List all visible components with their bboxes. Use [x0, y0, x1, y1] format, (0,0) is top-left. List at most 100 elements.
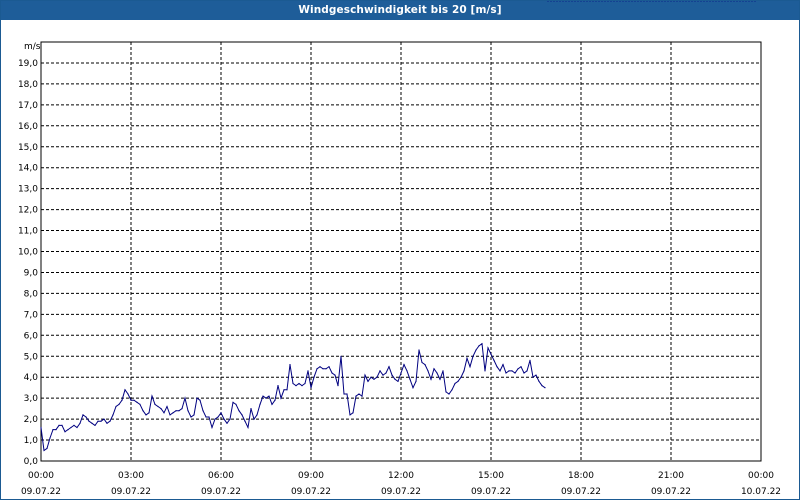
data-point — [463, 370, 465, 372]
data-point — [247, 426, 249, 429]
data-point — [67, 429, 69, 431]
data-point — [595, 1, 597, 2]
data-point — [301, 385, 303, 387]
data-point — [328, 366, 330, 368]
data-point — [598, 1, 600, 2]
data-point — [199, 399, 201, 401]
data-point — [565, 1, 567, 2]
data-point — [346, 393, 348, 395]
data-point — [232, 401, 234, 403]
data-point — [691, 1, 693, 2]
data-point — [79, 422, 81, 424]
chart-window: Windgeschwindigkeit bis 20 [m/s] 0,0 1,0 2… — [0, 0, 800, 500]
data-point — [295, 385, 297, 387]
x-tick-time-label: 18:00 — [568, 471, 594, 481]
data-point — [145, 414, 147, 416]
data-point — [88, 420, 90, 422]
data-point — [304, 382, 306, 385]
data-point — [46, 447, 48, 449]
data-point — [274, 399, 276, 401]
data-point — [682, 1, 684, 2]
data-point — [673, 1, 675, 2]
data-point — [730, 1, 732, 2]
data-point — [574, 1, 576, 2]
data-point — [82, 414, 84, 416]
data-point — [622, 1, 624, 2]
data-point — [100, 420, 102, 422]
data-point — [487, 347, 489, 349]
data-point — [667, 1, 669, 2]
data-point — [628, 1, 630, 2]
data-point — [376, 376, 378, 378]
data-point — [526, 370, 528, 372]
data-point — [406, 370, 408, 372]
data-point — [220, 412, 222, 414]
data-point — [451, 389, 453, 391]
data-point — [517, 368, 519, 370]
data-point — [85, 416, 87, 418]
data-point — [625, 1, 627, 2]
data-point — [310, 387, 312, 389]
data-point — [94, 424, 96, 426]
data-point — [181, 408, 183, 410]
data-point — [493, 359, 495, 361]
data-point — [412, 387, 414, 389]
data-point — [238, 410, 240, 412]
data-point — [394, 378, 396, 380]
data-point — [748, 1, 750, 2]
x-tick-time-label: 00:00 — [748, 471, 774, 481]
data-point — [550, 1, 552, 2]
data-point — [739, 1, 741, 2]
data-point — [73, 424, 75, 426]
data-point — [649, 1, 651, 2]
x-tick-date-label: 09.07.22 — [651, 487, 691, 497]
data-point — [469, 366, 471, 368]
data-point — [331, 372, 333, 374]
data-point — [385, 372, 387, 374]
x-tick-time-label: 00:00 — [28, 471, 54, 481]
data-point — [58, 424, 60, 426]
data-point — [538, 380, 540, 382]
data-point — [607, 1, 609, 2]
wind-speed-points — [40, 1, 756, 452]
data-point — [124, 389, 126, 391]
data-point — [454, 382, 456, 385]
data-point — [217, 416, 219, 418]
data-point — [529, 359, 531, 361]
data-point — [349, 414, 351, 416]
data-point — [298, 382, 300, 385]
data-point — [196, 397, 198, 399]
y-tick-label: 13,0 — [18, 185, 38, 195]
data-point — [496, 366, 498, 368]
data-point — [175, 410, 177, 412]
data-point — [502, 364, 504, 366]
data-point — [250, 408, 252, 410]
data-point — [115, 405, 117, 408]
data-point — [214, 418, 216, 420]
y-tick-label: 2,0 — [24, 415, 39, 425]
y-tick-label: 14,0 — [18, 164, 38, 174]
data-point — [403, 364, 405, 366]
x-tick-date-label: 09.07.22 — [381, 487, 421, 497]
data-point — [508, 370, 510, 372]
data-point — [547, 1, 549, 2]
y-tick-label: 3,0 — [24, 394, 39, 404]
data-point — [754, 1, 756, 2]
data-point — [187, 410, 189, 412]
y-tick-label: 6,0 — [24, 331, 39, 341]
data-point — [229, 418, 231, 420]
data-point — [505, 372, 507, 374]
data-point — [481, 343, 483, 345]
data-point — [670, 1, 672, 2]
data-point — [685, 1, 687, 2]
y-tick-label: 8,0 — [24, 289, 39, 299]
data-point — [277, 385, 279, 387]
data-point — [172, 412, 174, 414]
data-point — [724, 1, 726, 2]
data-point — [700, 1, 702, 2]
data-point — [367, 380, 369, 382]
data-point — [556, 1, 558, 2]
data-point — [484, 370, 486, 372]
data-point — [136, 401, 138, 403]
data-point — [382, 374, 384, 376]
